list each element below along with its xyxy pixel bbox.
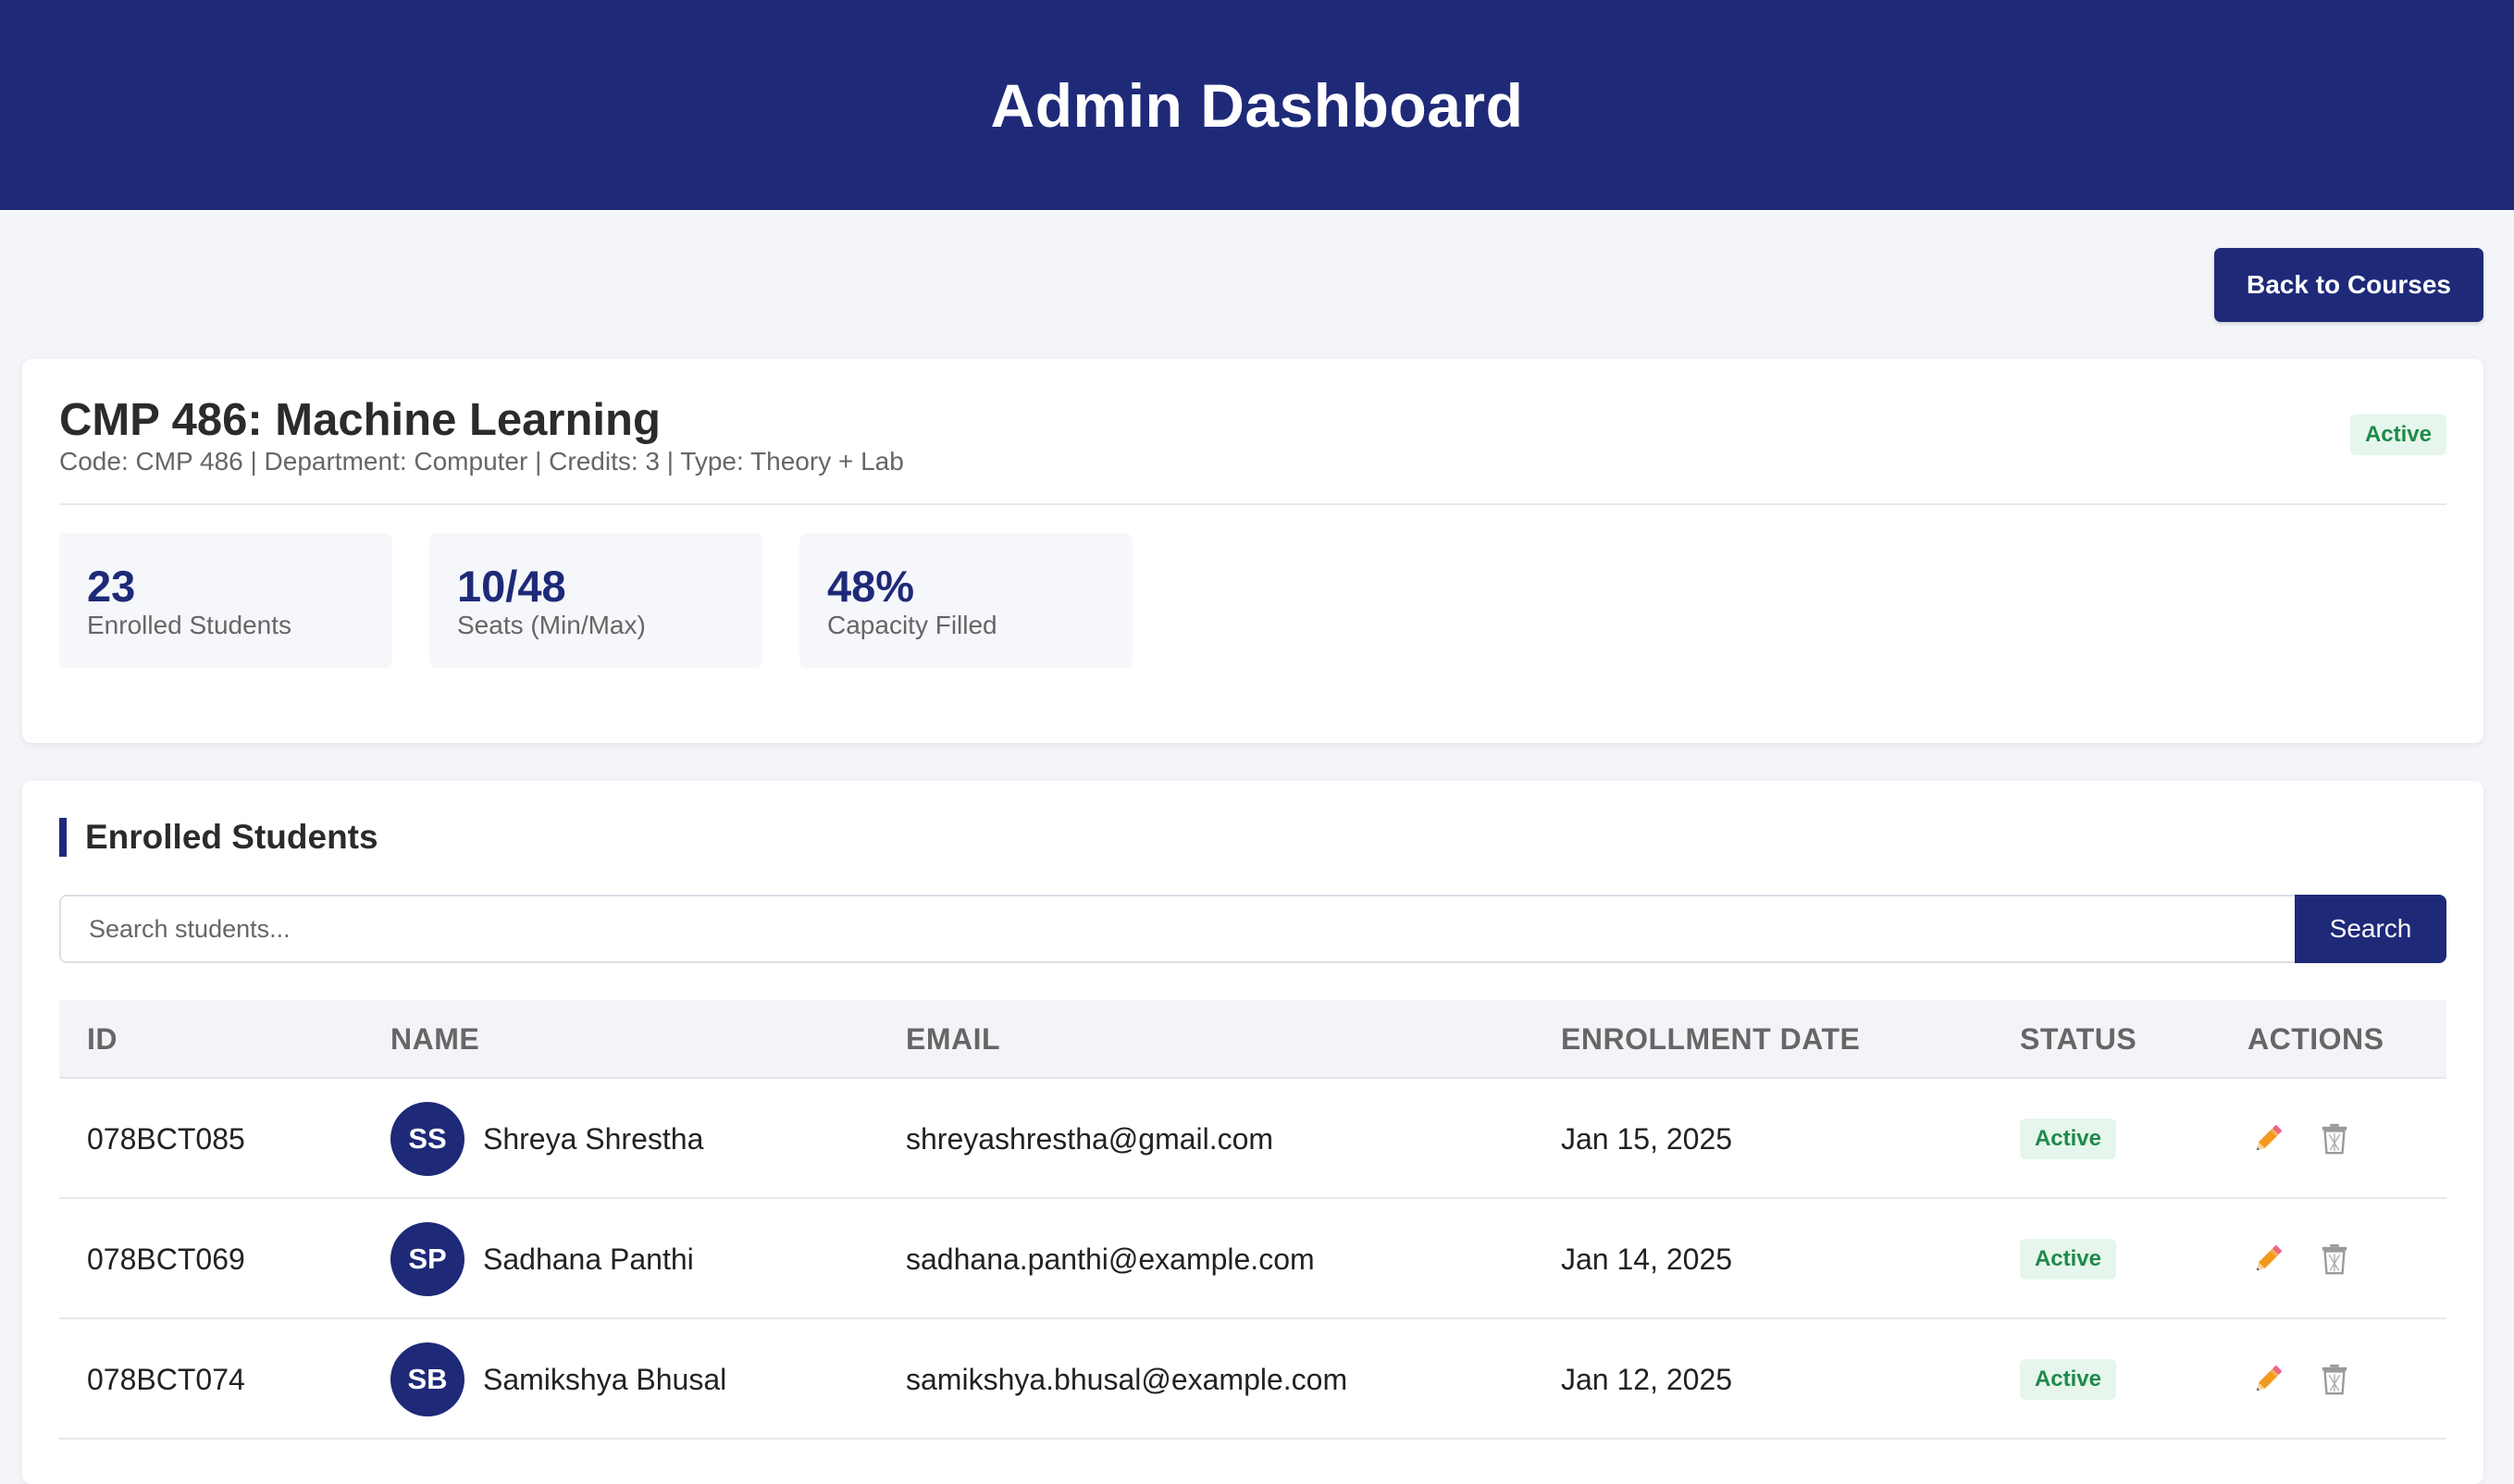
- course-title: CMP 486: Machine Learning: [59, 395, 661, 445]
- search-button[interactable]: Search: [2295, 895, 2446, 963]
- stat-seats: 10/48 Seats (Min/Max): [429, 533, 762, 668]
- status-cell: Active: [2020, 1199, 2116, 1319]
- actions-cell: [2248, 1199, 2381, 1319]
- pencil-icon[interactable]: [2248, 1359, 2288, 1400]
- students-table: ID NAME EMAIL ENROLLMENT DATE STATUS ACT…: [59, 1000, 2446, 1440]
- table-header: ID NAME EMAIL ENROLLMENT DATE STATUS ACT…: [59, 1000, 2446, 1079]
- student-name-cell: SB Samikshya Bhusal: [390, 1319, 726, 1440]
- section-accent-bar: [59, 818, 67, 857]
- status-cell: Active: [2020, 1079, 2116, 1199]
- column-header-id: ID: [87, 1022, 118, 1056]
- student-email: samikshya.bhusal@example.com: [906, 1362, 1348, 1396]
- stat-value: 10/48: [457, 562, 566, 611]
- table-row: 078BCT069 SP Sadhana Panthi sadhana.pant…: [59, 1199, 2446, 1319]
- trash-icon[interactable]: [2314, 1239, 2355, 1280]
- stat-label: Capacity Filled: [827, 611, 997, 639]
- enrolled-students-card: Enrolled Students Search ID NAME EMAIL E…: [22, 781, 2483, 1484]
- column-header-status: STATUS: [2020, 1022, 2137, 1056]
- student-email: shreyashrestha@gmail.com: [906, 1121, 1274, 1156]
- column-header-enrollment-date: ENROLLMENT DATE: [1561, 1022, 1861, 1056]
- student-email: sadhana.panthi@example.com: [906, 1242, 1315, 1276]
- actions-cell: [2248, 1079, 2381, 1199]
- trash-icon[interactable]: [2314, 1359, 2355, 1400]
- student-name-cell: SP Sadhana Panthi: [390, 1199, 694, 1319]
- student-id: 078BCT085: [87, 1121, 245, 1156]
- student-name-cell: SS Shreya Shrestha: [390, 1079, 703, 1199]
- back-to-courses-button[interactable]: Back to Courses: [2214, 248, 2483, 322]
- status-badge: Active: [2020, 1359, 2116, 1400]
- avatar: SP: [390, 1222, 464, 1296]
- student-name: Sadhana Panthi: [483, 1242, 694, 1276]
- column-header-name: NAME: [390, 1022, 480, 1056]
- page-title: Admin Dashboard: [990, 70, 1524, 140]
- enrollment-date: Jan 15, 2025: [1561, 1121, 1733, 1156]
- search-input[interactable]: [59, 895, 2295, 963]
- avatar: SB: [390, 1342, 464, 1416]
- course-status-badge: Active: [2350, 414, 2446, 455]
- stat-label: Seats (Min/Max): [457, 611, 646, 639]
- stat-label: Enrolled Students: [87, 611, 292, 639]
- course-card: CMP 486: Machine Learning Code: CMP 486 …: [22, 359, 2483, 743]
- enrollment-date: Jan 14, 2025: [1561, 1242, 1733, 1276]
- stat-value: 23: [87, 562, 136, 611]
- status-cell: Active: [2020, 1319, 2116, 1440]
- student-id: 078BCT074: [87, 1362, 245, 1396]
- app-header: Admin Dashboard: [0, 0, 2514, 210]
- table-row: 078BCT074 SB Samikshya Bhusal samikshya.…: [59, 1319, 2446, 1440]
- actions-cell: [2248, 1319, 2381, 1440]
- section-title: Enrolled Students: [85, 818, 378, 856]
- student-id: 078BCT069: [87, 1242, 245, 1276]
- pencil-icon[interactable]: [2248, 1239, 2288, 1280]
- divider: [59, 503, 2446, 505]
- stat-capacity: 48% Capacity Filled: [799, 533, 1133, 668]
- status-badge: Active: [2020, 1119, 2116, 1159]
- pencil-icon[interactable]: [2248, 1119, 2288, 1159]
- column-header-actions: ACTIONS: [2248, 1022, 2384, 1056]
- course-meta: Code: CMP 486 | Department: Computer | C…: [59, 447, 904, 476]
- enrollment-date: Jan 12, 2025: [1561, 1362, 1733, 1396]
- table-row: 078BCT085 SS Shreya Shrestha shreyashres…: [59, 1079, 2446, 1199]
- trash-icon[interactable]: [2314, 1119, 2355, 1159]
- column-header-email: EMAIL: [906, 1022, 1001, 1056]
- student-name: Samikshya Bhusal: [483, 1362, 727, 1396]
- stat-enrolled: 23 Enrolled Students: [59, 533, 392, 668]
- status-badge: Active: [2020, 1239, 2116, 1280]
- student-name: Shreya Shrestha: [483, 1121, 704, 1156]
- stat-value: 48%: [827, 562, 915, 611]
- avatar: SS: [390, 1102, 464, 1176]
